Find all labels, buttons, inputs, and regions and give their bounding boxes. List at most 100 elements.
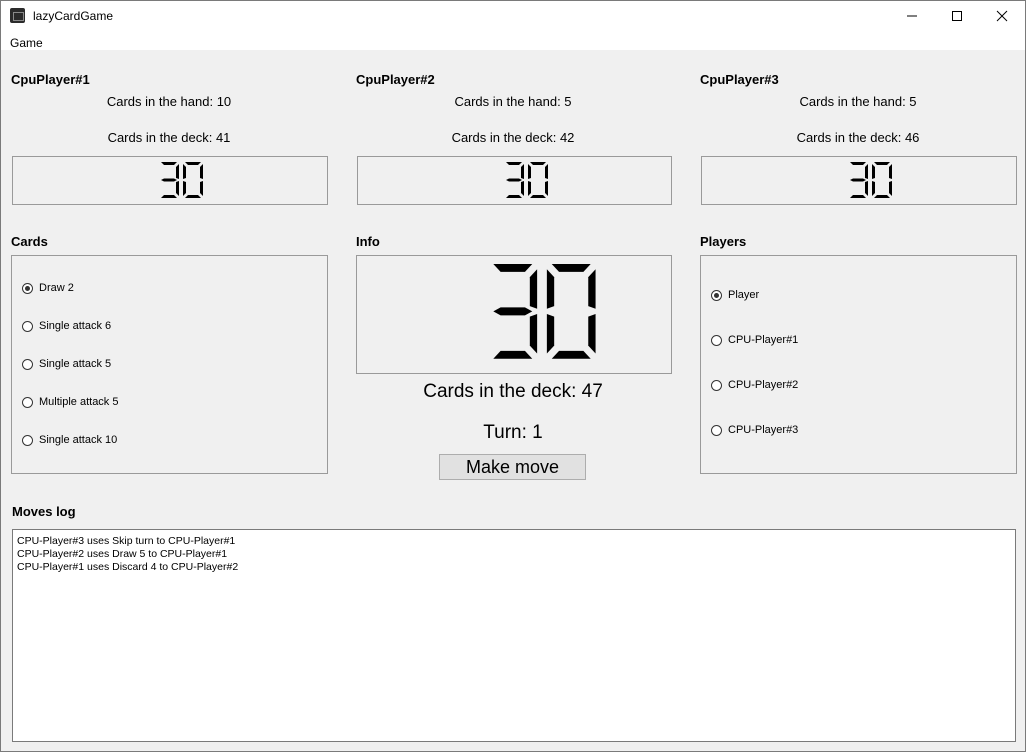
moves-log-textarea[interactable]: CPU-Player#3 uses Skip turn to CPU-Playe… [12, 529, 1016, 742]
card-option-multiple-attack-5[interactable]: Multiple attack 5 [22, 396, 118, 408]
menu-bar: Game [1, 31, 1025, 50]
radio-circle[interactable] [22, 320, 33, 332]
lcd-segment [529, 314, 538, 354]
card-option-label: Single attack 5 [39, 358, 112, 370]
app-window: lazyCardGame Game CpuPlayer#1 Cards in t… [0, 0, 1026, 752]
lcd-segment [528, 181, 531, 196]
lcd-segment [506, 195, 522, 198]
lcd-segment [872, 181, 875, 196]
card-option-label: Draw 2 [39, 282, 74, 294]
lcd-segment [529, 269, 538, 309]
card-option-single-attack-6[interactable]: Single attack 6 [22, 320, 111, 332]
cpu-player-2-deck: Cards in the deck: 42 [451, 130, 575, 145]
maximize-icon [952, 11, 962, 21]
lcd-segment [889, 181, 892, 196]
lcd-segment [530, 162, 546, 165]
log-line: CPU-Player#3 uses Skip turn to CPU-Playe… [17, 535, 236, 547]
cpu-player-2-lcd [357, 156, 672, 205]
menu-game[interactable]: Game [10, 36, 43, 50]
card-option-single-attack-10[interactable]: Single attack 10 [22, 434, 117, 446]
lcd-segment [874, 162, 890, 165]
title-bar[interactable]: lazyCardGame [1, 1, 1025, 31]
card-option-label: Single attack 6 [39, 320, 112, 332]
lcd-segment [850, 195, 866, 198]
moves-log-label: Moves log [12, 504, 76, 519]
lcd-segment [588, 269, 596, 309]
make-move-button[interactable]: Make move [439, 454, 586, 480]
close-button[interactable] [979, 1, 1025, 31]
lcd-segment [530, 195, 546, 198]
radio-circle[interactable] [22, 434, 33, 446]
card-option-label: Single attack 10 [39, 434, 118, 446]
lcd-segment [176, 181, 179, 196]
radio-circle[interactable] [22, 282, 33, 294]
player-option-cpu-2[interactable]: CPU-Player#2 [711, 379, 798, 391]
cpu-player-2-lcd-display [506, 162, 548, 198]
window-title: lazyCardGame [33, 9, 114, 23]
card-option-single-attack-5[interactable]: Single attack 5 [22, 358, 111, 370]
cpu-player-3-lcd [701, 156, 1017, 205]
players-group: Player CPU-Player#1 CPU-Player#2 CPU-Pla… [700, 255, 1017, 474]
player-option-label: CPU-Player#2 [728, 379, 799, 391]
cards-group: Draw 2 Single attack 6 Single attack 5 M… [11, 255, 328, 474]
info-deck-count: Cards in the deck: 47 [423, 381, 603, 402]
lcd-segment [493, 350, 533, 359]
info-lcd [356, 255, 672, 374]
lcd-segment [521, 164, 524, 179]
lcd-segment [176, 164, 179, 179]
radio-circle[interactable] [22, 396, 33, 408]
lcd-segment [183, 164, 186, 179]
player-option-label: Player [728, 289, 760, 301]
player-option-label: CPU-Player#1 [728, 334, 799, 346]
radio-circle[interactable] [711, 379, 722, 391]
cpu-player-2-hand: Cards in the hand: 5 [454, 94, 572, 109]
lcd-segment [546, 269, 555, 309]
minimize-button[interactable] [889, 1, 935, 31]
maximize-button[interactable] [934, 1, 980, 31]
lcd-segment [551, 264, 591, 272]
radio-circle[interactable] [711, 424, 722, 436]
lcd-segment [161, 178, 177, 182]
player-option-cpu-3[interactable]: CPU-Player#3 [711, 424, 798, 436]
cpu-player-3-hand: Cards in the hand: 5 [799, 94, 917, 109]
player-option-player[interactable]: Player [711, 289, 759, 301]
radio-circle[interactable] [711, 289, 722, 301]
cpu-player-2-name: CpuPlayer#2 [356, 72, 435, 87]
lcd-segment [551, 350, 591, 359]
log-line: CPU-Player#1 uses Discard 4 to CPU-Playe… [17, 561, 239, 573]
lcd-segment [865, 181, 868, 196]
lcd-segment [506, 178, 522, 182]
lcd-segment [521, 181, 524, 196]
cpu-player-3-deck: Cards in the deck: 46 [796, 130, 920, 145]
lcd-segment [185, 162, 201, 165]
player-option-cpu-1[interactable]: CPU-Player#1 [711, 334, 798, 346]
lcd-segment [528, 164, 531, 179]
player-option-label: CPU-Player#3 [728, 424, 799, 436]
lcd-segment [545, 181, 548, 196]
lcd-segment [545, 164, 548, 179]
lcd-segment [161, 162, 177, 165]
info-lcd-display [493, 264, 596, 359]
card-option-label: Multiple attack 5 [39, 396, 119, 408]
card-option-draw-2[interactable]: Draw 2 [22, 282, 74, 294]
lcd-segment [850, 178, 866, 182]
lcd-segment [874, 195, 890, 198]
lcd-segment [161, 195, 177, 198]
app-icon [10, 8, 25, 23]
info-label: Info [356, 234, 380, 249]
lcd-segment [889, 164, 892, 179]
radio-circle[interactable] [22, 358, 33, 370]
minimize-icon [907, 15, 917, 17]
log-line: CPU-Player#2 uses Draw 5 to CPU-Player#1 [17, 548, 228, 560]
lcd-segment [865, 164, 868, 179]
cpu-player-3-name: CpuPlayer#3 [700, 72, 779, 87]
lcd-segment [185, 195, 201, 198]
cpu-player-1-lcd [12, 156, 328, 205]
cpu-player-1-hand: Cards in the hand: 10 [106, 94, 232, 109]
lcd-segment [493, 307, 533, 316]
players-label: Players [700, 234, 747, 249]
radio-circle[interactable] [711, 334, 722, 346]
lcd-segment [200, 164, 203, 179]
cpu-player-1-deck: Cards in the deck: 41 [107, 130, 231, 145]
lcd-segment [506, 162, 522, 165]
